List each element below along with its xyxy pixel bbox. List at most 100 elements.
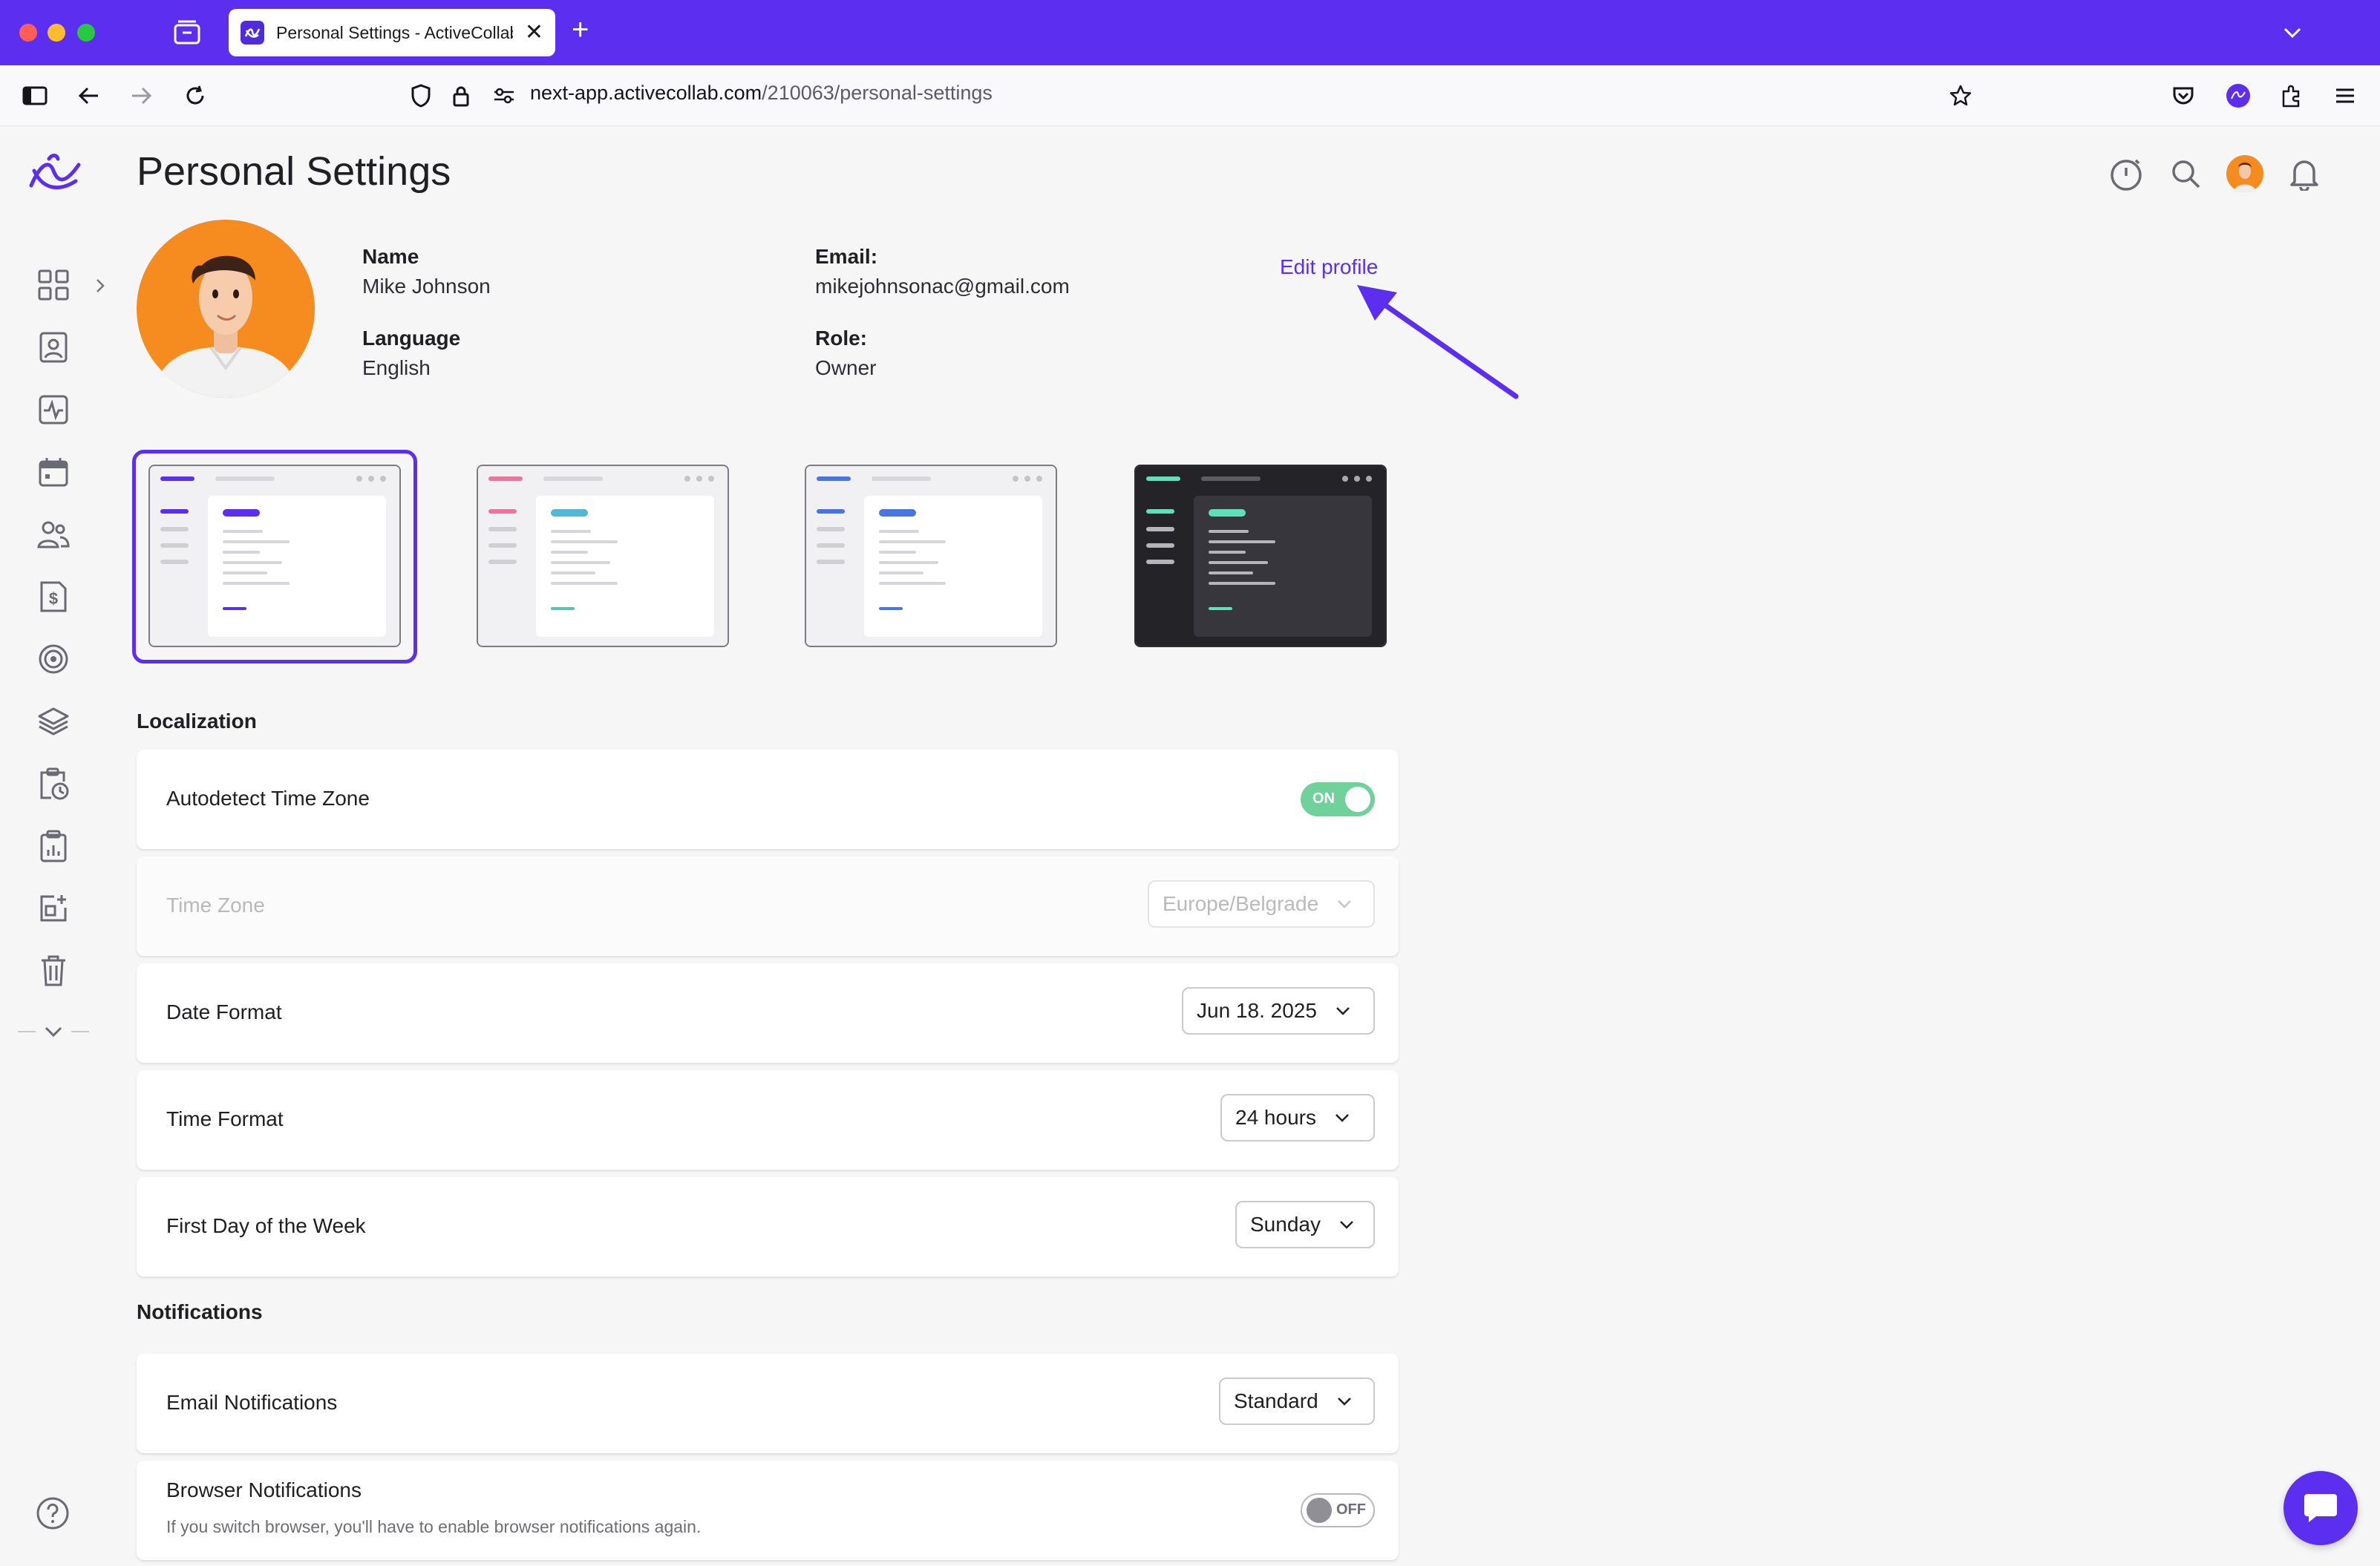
- help-question-icon[interactable]: [34, 1495, 71, 1532]
- tab-title: Personal Settings - ActiveCollab: [276, 22, 513, 42]
- bell-icon[interactable]: [2283, 153, 2325, 194]
- toggle-on-text: ON: [1312, 790, 1335, 807]
- autodetect-timezone-label: Autodetect Time Zone: [166, 787, 370, 810]
- first-day-select[interactable]: Sunday: [1235, 1201, 1375, 1248]
- menu-hamburger-icon[interactable]: [2328, 79, 2362, 113]
- theme-option-purple[interactable]: [148, 465, 401, 647]
- name-label: Name: [362, 245, 419, 268]
- close-window-button[interactable]: [19, 24, 37, 42]
- browser-nav-bar: next-app.activecollab.com/210063/persona…: [0, 65, 2380, 126]
- browser-notifications-row: Browser Notifications If you switch brow…: [137, 1461, 1399, 1560]
- timezone-value: Europe/Belgrade: [1163, 892, 1319, 915]
- maximize-window-button[interactable]: [77, 24, 95, 42]
- autodetect-timezone-toggle[interactable]: ON: [1301, 782, 1375, 816]
- user-avatar[interactable]: [2224, 153, 2266, 194]
- app-main: $ Personal Settings Name Mike Johnson La…: [0, 126, 2380, 1566]
- name-value: Mike Johnson: [362, 275, 491, 298]
- new-tab-button[interactable]: +: [572, 15, 589, 45]
- annotation-arrow-icon: [1357, 285, 1519, 399]
- profile-avatar: [137, 220, 315, 398]
- time-format-select[interactable]: 24 hours: [1220, 1094, 1375, 1141]
- role-value: Owner: [815, 356, 877, 379]
- active-browser-tab[interactable]: Personal Settings - ActiveCollab ✕: [229, 9, 555, 56]
- email-notifications-label: Email Notifications: [166, 1391, 338, 1414]
- sidebar-more-chevron-icon[interactable]: [15, 1017, 92, 1046]
- back-arrow-icon[interactable]: [71, 79, 105, 113]
- email-notifications-row: Email Notifications Standard: [137, 1354, 1399, 1453]
- browser-notifications-toggle[interactable]: OFF: [1301, 1493, 1375, 1527]
- browser-notifications-hint: If you switch browser, you'll have to en…: [166, 1517, 702, 1536]
- chevron-down-icon: [1340, 1221, 1353, 1229]
- trash-icon[interactable]: [33, 950, 74, 992]
- page-title: Personal Settings: [137, 149, 451, 194]
- language-label: Language: [362, 327, 461, 350]
- email-notifications-select[interactable]: Standard: [1219, 1377, 1375, 1425]
- theme-option-blue[interactable]: [805, 465, 1057, 647]
- theme-option-dark[interactable]: [1134, 465, 1387, 647]
- time-format-row: Time Format 24 hours: [137, 1070, 1399, 1170]
- invoice-icon[interactable]: $: [33, 576, 74, 617]
- shield-icon[interactable]: [404, 79, 438, 113]
- email-value: mikejohnsonac@gmail.com: [815, 275, 1070, 298]
- autodetect-timezone-row: Autodetect Time Zone ON: [137, 750, 1399, 849]
- chevron-down-icon: [1337, 1398, 1351, 1406]
- address-bar[interactable]: next-app.activecollab.com/210063/persona…: [530, 82, 993, 105]
- date-format-row: Date Format Jun 18. 2025: [137, 963, 1399, 1063]
- toggle-off-text: OFF: [1336, 1501, 1366, 1518]
- localization-heading: Localization: [137, 710, 257, 733]
- target-icon[interactable]: [33, 638, 74, 680]
- profile-card-icon[interactable]: [33, 327, 74, 368]
- people-icon[interactable]: [33, 514, 74, 555]
- timer-icon[interactable]: [2105, 153, 2147, 194]
- calendar-icon[interactable]: [33, 451, 74, 493]
- bookmark-star-icon[interactable]: [1943, 79, 1978, 113]
- forward-arrow-icon[interactable]: [125, 79, 159, 113]
- date-format-select[interactable]: Jun 18. 2025: [1182, 987, 1375, 1035]
- activecollab-favicon-icon: [241, 21, 264, 45]
- url-host: next-app.activecollab.com: [530, 82, 762, 104]
- theme-option-pink[interactable]: [477, 465, 729, 647]
- extensions-puzzle-icon[interactable]: [2275, 79, 2309, 113]
- search-icon[interactable]: [2165, 153, 2206, 194]
- url-path: /210063/personal-settings: [762, 82, 993, 104]
- minimize-window-button[interactable]: [48, 24, 65, 42]
- sidebar-toggle-icon[interactable]: [18, 79, 52, 113]
- email-label: Email:: [815, 245, 878, 268]
- chevron-down-icon: [1336, 1114, 1349, 1122]
- first-day-row: First Day of the Week Sunday: [137, 1177, 1399, 1277]
- extension-activecollab-icon[interactable]: [2221, 79, 2255, 113]
- layers-icon[interactable]: [33, 701, 74, 742]
- toggle-knob: [1307, 1498, 1332, 1523]
- chevron-down-icon: [1336, 1007, 1350, 1015]
- first-day-label: First Day of the Week: [166, 1214, 366, 1237]
- sidebar: $: [0, 126, 105, 1566]
- site-permissions-icon[interactable]: [487, 79, 521, 113]
- date-format-value: Jun 18. 2025: [1197, 999, 1317, 1022]
- dashboard-icon[interactable]: [33, 264, 74, 306]
- tab-overview-icon[interactable]: [172, 19, 202, 46]
- email-notifications-value: Standard: [1234, 1389, 1318, 1412]
- close-tab-icon[interactable]: ✕: [525, 22, 543, 44]
- svg-text:$: $: [49, 589, 58, 608]
- add-widget-icon[interactable]: [33, 888, 74, 929]
- activity-icon[interactable]: [33, 389, 74, 430]
- chat-support-button[interactable]: [2283, 1471, 2358, 1545]
- activecollab-logo-icon[interactable]: [27, 148, 83, 197]
- reload-icon[interactable]: [178, 79, 212, 113]
- reports-icon[interactable]: [33, 825, 74, 867]
- toggle-knob: [1345, 787, 1370, 812]
- notifications-heading: Notifications: [137, 1300, 263, 1323]
- chevron-down-icon: [1338, 900, 1352, 908]
- pocket-icon[interactable]: [2166, 79, 2200, 113]
- timezone-row: Time Zone Europe/Belgrade: [137, 856, 1399, 956]
- sidebar-expand-chevron-icon[interactable]: [89, 275, 111, 297]
- lock-icon[interactable]: [444, 79, 478, 113]
- first-day-value: Sunday: [1250, 1213, 1321, 1236]
- role-label: Role:: [815, 327, 867, 350]
- timezone-label: Time Zone: [166, 894, 265, 917]
- time-format-value: 24 hours: [1235, 1106, 1316, 1129]
- timesheet-icon[interactable]: [33, 763, 74, 805]
- chat-bubble-icon: [2304, 1494, 2337, 1522]
- tab-list-chevron-icon[interactable]: [2279, 19, 2306, 46]
- timezone-select[interactable]: Europe/Belgrade: [1148, 880, 1375, 928]
